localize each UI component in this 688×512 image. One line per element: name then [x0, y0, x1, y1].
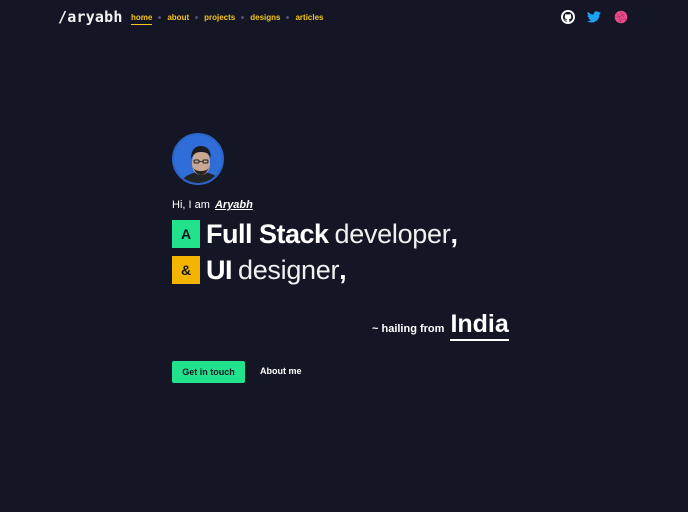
main-nav: home about projects designs articles	[131, 13, 324, 25]
headline-line-2: & UI designer ,	[172, 255, 347, 285]
greeting-prefix: Hi, I am	[172, 199, 210, 211]
site-logo[interactable]: /aryabh	[58, 8, 123, 26]
page: /aryabh home about projects designs arti…	[0, 0, 688, 512]
nav-separator	[158, 16, 162, 19]
twitter-icon[interactable]	[587, 10, 601, 24]
nav-separator	[286, 16, 290, 19]
headline-role-strong: Full Stack	[206, 219, 329, 249]
get-in-touch-button[interactable]: Get in touch	[172, 361, 245, 383]
nav-about[interactable]: about	[167, 13, 189, 22]
nav-separator	[195, 16, 199, 19]
badge-ampersand: &	[172, 256, 200, 284]
nav-home[interactable]: home	[131, 13, 153, 25]
about-me-link[interactable]: About me	[260, 366, 302, 376]
hailing-text: ~ hailing from	[372, 323, 445, 335]
country-name: India	[450, 311, 509, 341]
headline-comma: ,	[339, 255, 347, 285]
nav-projects[interactable]: projects	[204, 13, 235, 22]
headline-role-thin: developer	[334, 219, 451, 249]
owner-name: Aryabh	[214, 199, 253, 211]
headline-comma: ,	[450, 219, 458, 249]
greeting: Hi, I am Aryabh	[172, 199, 253, 211]
nav-articles[interactable]: articles	[295, 13, 323, 22]
github-icon[interactable]	[561, 10, 575, 24]
badge-a: A	[172, 220, 200, 248]
dribbble-icon[interactable]	[614, 10, 628, 24]
nav-designs[interactable]: designs	[250, 13, 280, 22]
location-line: ~ hailing from India	[372, 311, 509, 341]
nav-separator	[241, 16, 245, 19]
headline-role-strong: UI	[206, 255, 233, 285]
headline-role-thin: designer	[238, 255, 340, 285]
avatar	[172, 133, 224, 185]
headline-line-1: A Full Stack developer ,	[172, 219, 458, 249]
